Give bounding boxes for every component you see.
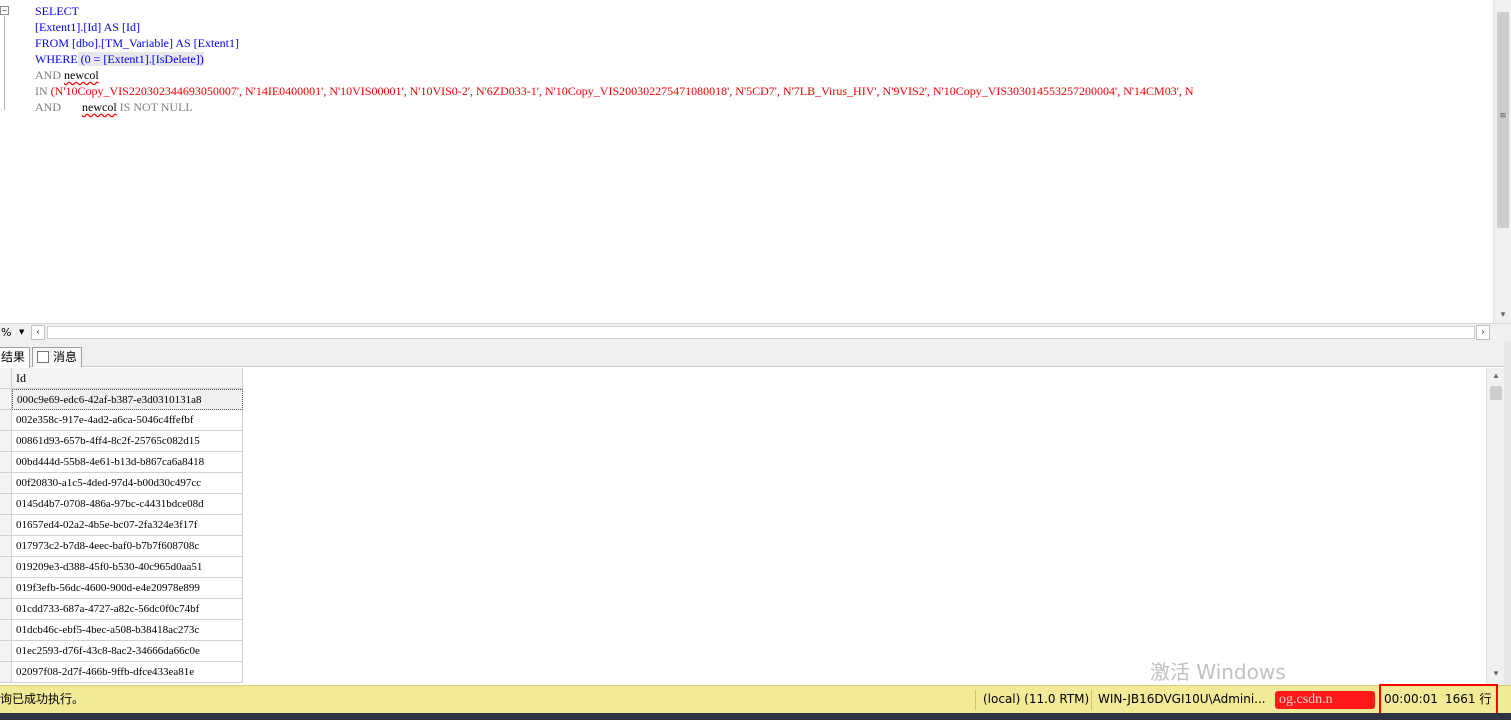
code-line-in: IN (N'10Copy_VIS220302344693050007', N'1… — [35, 83, 1194, 99]
keyword: AND — [35, 68, 61, 82]
row-header[interactable] — [0, 536, 12, 557]
editor-horizontal-bar: % ▼ ‹ › — [0, 323, 1511, 341]
row-header[interactable] — [0, 662, 12, 683]
editor-vertical-scrollbar[interactable]: ≡ ▾ — [1493, 0, 1511, 323]
code-text: [dbo].[TM_Variable] AS [Extent1] — [69, 36, 239, 50]
row-header[interactable] — [0, 515, 12, 536]
keyword: FROM — [35, 36, 70, 50]
activation-watermark: 激活 Windows — [1150, 660, 1286, 684]
tab-label: 结果 — [1, 350, 26, 364]
table-cell[interactable]: 0145d4b7-0708-486a-97bc-c4431bdce08d — [12, 494, 243, 515]
divider — [975, 690, 976, 710]
tab-label: 消息 — [53, 350, 78, 364]
highlight-box — [1379, 684, 1498, 715]
user-info: WIN-JB16DVGI10U\Admini... — [1098, 692, 1266, 706]
grid-vertical-scrollbar[interactable]: ▴ ▾ — [1486, 368, 1504, 685]
scroll-up-icon[interactable]: ▴ — [1488, 370, 1504, 382]
horizontal-scroll-thumb[interactable] — [47, 326, 1475, 339]
grid-corner[interactable] — [0, 368, 12, 389]
server-info: (local) (11.0 RTM) — [983, 692, 1090, 706]
row-header[interactable] — [0, 473, 12, 494]
code-line-select: SELECT — [35, 3, 79, 19]
scroll-down-icon[interactable]: ▾ — [1495, 309, 1511, 321]
table-cell[interactable]: 00bd444d-55b8-4e61-b13d-b867ca6a8418 — [12, 452, 243, 473]
row-header[interactable] — [0, 389, 12, 410]
status-message: 询已成功执行。 — [0, 692, 85, 706]
message-icon — [37, 350, 49, 363]
table-cell[interactable]: 01cdd733-687a-4727-a82c-56dc0f0c74bf — [12, 599, 243, 620]
row-header[interactable] — [0, 557, 12, 578]
keyword: AND — [35, 100, 61, 114]
scroll-down-icon[interactable]: ▾ — [1488, 668, 1504, 680]
keyword: IN — [35, 84, 48, 98]
code-line-and-notnull: AND newcol IS NOT NULL — [35, 99, 193, 115]
zoom-dropdown[interactable]: % ▼ — [0, 325, 30, 340]
scroll-grip-icon: ≡ — [1499, 111, 1507, 121]
column-header-id[interactable]: Id — [12, 368, 243, 389]
code-text: (0 = [Extent1].[IsDelete]) — [77, 52, 204, 66]
table-cell[interactable]: 00861d93-657b-4ff4-8c2f-25765c082d15 — [12, 431, 243, 452]
collapse-icon[interactable]: − — [0, 6, 9, 15]
column-name: newcol — [82, 100, 117, 114]
query-editor[interactable]: − SELECT [Extent1].[Id] AS [Id] FROM [db… — [0, 0, 1493, 323]
table-cell[interactable]: 01dcb46c-ebf5-4bec-a508-b38418ac273c — [12, 620, 243, 641]
keyword: WHERE — [35, 52, 78, 66]
table-cell[interactable]: 01657ed4-02a2-4b5e-bc07-2fa324e3f17f — [12, 515, 243, 536]
outline-line — [4, 16, 5, 110]
results-tabs: 结果 消息 — [0, 341, 1511, 368]
tab-messages[interactable]: 消息 — [32, 347, 83, 367]
scroll-right-icon[interactable]: › — [1476, 325, 1490, 340]
divider — [1091, 690, 1092, 710]
row-header[interactable] — [0, 578, 12, 599]
row-header[interactable] — [0, 494, 12, 515]
code-line-from: FROM [dbo].[TM_Variable] AS [Extent1] — [35, 35, 239, 51]
row-header[interactable] — [0, 410, 12, 431]
keyword: SELECT — [35, 4, 79, 18]
row-header[interactable] — [0, 620, 12, 641]
code-line-column: [Extent1].[Id] AS [Id] — [35, 19, 140, 35]
table-cell[interactable]: 000c9e69-edc6-42af-b387-e3d0310131a8 — [12, 389, 243, 410]
zoom-value: % — [1, 326, 12, 339]
code-text: [Extent1].[Id] AS [Id] — [35, 20, 140, 34]
redaction-overlay: og.csdn.n — [1275, 691, 1375, 709]
table-cell[interactable]: 01ec2593-d76f-43c8-8ac2-34666da66c0e — [12, 641, 243, 662]
code-text: IS NOT NULL — [116, 100, 193, 114]
table-cell[interactable]: 02097f08-2d7f-466b-9ffb-dfce433ea81e — [12, 662, 243, 683]
in-list: (N'10Copy_VIS220302344693050007', N'14IE… — [47, 84, 1194, 98]
table-cell[interactable]: 00f20830-a1c5-4ded-97d4-b00d30c497cc — [12, 473, 243, 494]
tab-results[interactable]: 结果 — [0, 347, 31, 368]
panel-edge — [1504, 341, 1511, 685]
row-header[interactable] — [0, 641, 12, 662]
column-name: newcol — [64, 68, 99, 82]
taskbar-edge — [0, 713, 1511, 720]
code-line-and: AND newcol — [35, 67, 99, 83]
table-cell[interactable]: 019f3efb-56dc-4600-900d-e4e20978e899 — [12, 578, 243, 599]
scroll-left-icon[interactable]: ‹ — [31, 325, 45, 340]
row-header[interactable] — [0, 599, 12, 620]
chevron-down-icon: ▼ — [19, 328, 25, 336]
table-cell[interactable]: 017973c2-b7d8-4eec-baf0-b7b7f608708c — [12, 536, 243, 557]
table-cell[interactable]: 002e358c-917e-4ad2-a6ca-5046c4ffefbf — [12, 410, 243, 431]
table-cell[interactable]: 019209e3-d388-45f0-b530-40c965d0aa51 — [12, 557, 243, 578]
results-grid[interactable]: Id 000c9e69-edc6-42af-b387-e3d0310131a8 … — [0, 368, 1486, 685]
row-header[interactable] — [0, 431, 12, 452]
row-header[interactable] — [0, 452, 12, 473]
scroll-thumb[interactable] — [1490, 386, 1502, 400]
code-line-where: WHERE (0 = [Extent1].[IsDelete]) — [35, 51, 204, 67]
